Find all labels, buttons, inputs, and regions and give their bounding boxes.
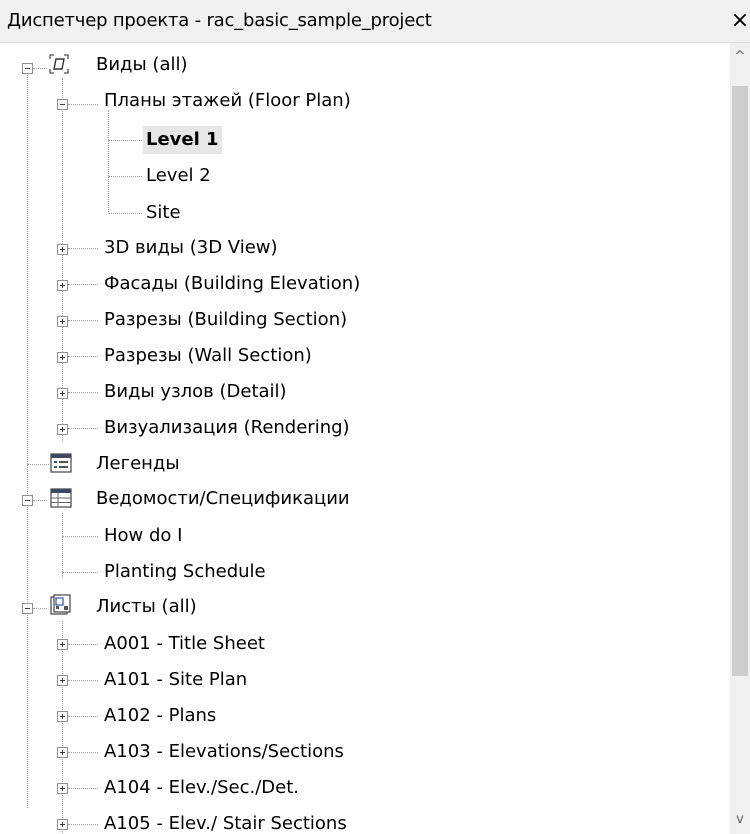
group-label: Фасады (Building Elevation) [104, 273, 361, 294]
tree-node-level-1[interactable]: Level 1 [0, 122, 730, 158]
sheet-label: A001 - Title Sheet [104, 633, 265, 654]
tree-node-sheet-a105[interactable]: A105 - Elev./ Stair Sections [0, 806, 730, 834]
expand-toggle[interactable] [57, 280, 68, 291]
expand-toggle[interactable] [57, 747, 68, 758]
expand-toggle[interactable] [57, 783, 68, 794]
views-icon [49, 54, 69, 74]
schedule-item-label: Planting Schedule [104, 561, 266, 582]
expand-toggle[interactable] [57, 352, 68, 363]
tree-node-rendering[interactable]: Визуализация (Rendering) [0, 410, 730, 446]
legend-icon [50, 453, 72, 473]
tree-node-building-section[interactable]: Разрезы (Building Section) [0, 302, 730, 338]
window-title: Диспетчер проекта - rac_basic_sample_pro… [7, 10, 432, 31]
level-1-label: Level 1 [143, 126, 222, 154]
tree-node-level-2[interactable]: Level 2 [0, 158, 730, 194]
tree-node-planting-schedule[interactable]: Planting Schedule [0, 554, 730, 590]
tree-node-3d-views[interactable]: 3D виды (3D View) [0, 230, 730, 266]
level-2-label: Level 2 [146, 165, 211, 186]
sheet-label: A102 - Plans [104, 705, 217, 726]
scroll-up-arrow[interactable]: ^ [730, 43, 750, 71]
group-label: Разрезы (Building Section) [104, 309, 348, 330]
schedule-item-label: How do I [104, 525, 183, 546]
tree-node-legends[interactable]: Легенды [0, 446, 730, 482]
scroll-down-arrow[interactable]: v [730, 806, 750, 834]
title-bar[interactable]: Диспетчер проекта - rac_basic_sample_pro… [0, 0, 750, 43]
tree-node-sheet-a103[interactable]: A103 - Elevations/Sections [0, 734, 730, 770]
tree-node-detail[interactable]: Виды узлов (Detail) [0, 374, 730, 410]
collapse-toggle[interactable] [57, 99, 68, 110]
tree-node-sheet-a001[interactable]: A001 - Title Sheet [0, 626, 730, 662]
tree-node-views[interactable]: Виды (all) [0, 50, 730, 86]
tree-node-site[interactable]: Site [0, 194, 730, 230]
close-button[interactable]: × [728, 6, 750, 36]
sheet-label: A101 - Site Plan [104, 669, 248, 690]
schedules-label: Ведомости/Спецификации [96, 488, 350, 509]
tree-node-sheet-a104[interactable]: A104 - Elev./Sec./Det. [0, 770, 730, 806]
sheet-label: A103 - Elevations/Sections [104, 741, 344, 762]
collapse-toggle[interactable] [22, 603, 33, 614]
expand-toggle[interactable] [57, 244, 68, 255]
collapse-toggle[interactable] [22, 63, 33, 74]
expand-toggle[interactable] [57, 675, 68, 686]
group-label: 3D виды (3D View) [104, 237, 278, 258]
group-label: Визуализация (Rendering) [104, 417, 350, 438]
tree-node-sheet-a101[interactable]: A101 - Site Plan [0, 662, 730, 698]
sheets-label: Листы (all) [96, 596, 197, 617]
schedule-icon [50, 488, 72, 508]
tree-node-how-do-i[interactable]: How do I [0, 518, 730, 554]
expand-toggle[interactable] [57, 819, 68, 830]
expand-toggle[interactable] [57, 639, 68, 650]
vertical-scrollbar[interactable]: ^ v [730, 43, 750, 834]
legends-label: Легенды [96, 453, 180, 474]
sheet-label: A104 - Elev./Sec./Det. [104, 777, 299, 798]
scrollbar-thumb[interactable] [732, 86, 748, 676]
site-label: Site [146, 202, 181, 223]
expand-toggle[interactable] [57, 424, 68, 435]
tree-node-schedules[interactable]: Ведомости/Спецификации [0, 482, 730, 518]
floor-plans-label: Планы этажей (Floor Plan) [104, 90, 351, 111]
project-tree: Виды (all) Планы этажей (Floor Plan) Lev… [0, 43, 730, 834]
tree-node-sheet-a102[interactable]: A102 - Plans [0, 698, 730, 734]
tree-node-floor-plans[interactable]: Планы этажей (Floor Plan) [0, 86, 730, 122]
expand-toggle[interactable] [57, 711, 68, 722]
expand-toggle[interactable] [57, 388, 68, 399]
tree-node-sheets[interactable]: Листы (all) [0, 590, 730, 626]
collapse-toggle[interactable] [22, 495, 33, 506]
expand-toggle[interactable] [57, 316, 68, 327]
group-label: Разрезы (Wall Section) [104, 345, 312, 366]
tree-node-building-elevation[interactable]: Фасады (Building Elevation) [0, 266, 730, 302]
project-browser-window: Диспетчер проекта - rac_basic_sample_pro… [0, 0, 750, 834]
group-label: Виды узлов (Detail) [104, 381, 287, 402]
sheets-icon [50, 594, 71, 615]
views-label: Виды (all) [96, 54, 188, 75]
sheet-label: A105 - Elev./ Stair Sections [104, 813, 347, 834]
tree-node-wall-section[interactable]: Разрезы (Wall Section) [0, 338, 730, 374]
